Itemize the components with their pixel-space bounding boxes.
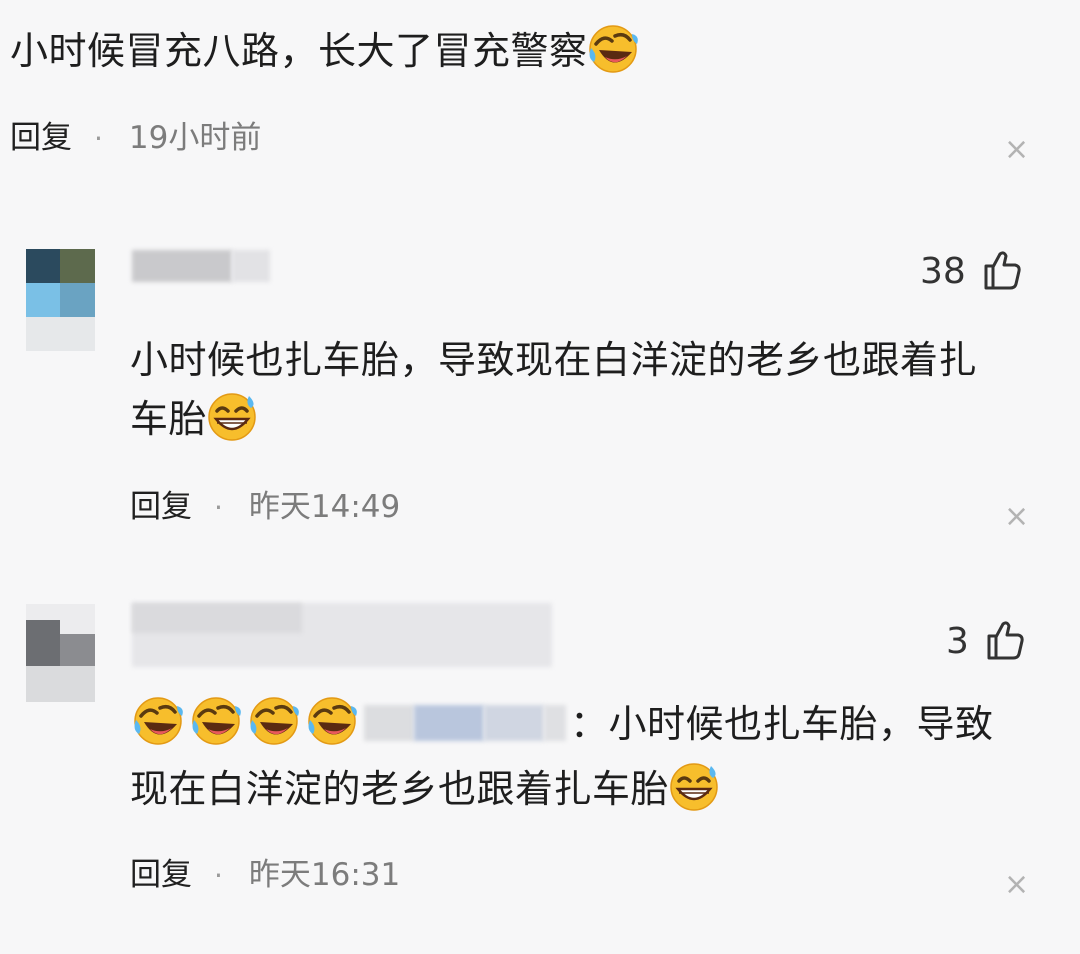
comment-meta: 回复 · 昨天16:31 (130, 857, 400, 894)
timestamp: 昨天16:31 (248, 857, 401, 893)
rofl-emoji-icon (190, 696, 243, 746)
close-icon[interactable]: × (1004, 135, 1029, 165)
meta-separator: · (214, 859, 223, 892)
thumbs-up-icon[interactable] (985, 620, 1025, 662)
comment-meta: 回复 · 19小时前 (10, 120, 261, 157)
like-control[interactable]: 3 (946, 620, 1025, 662)
rofl-emoji-icon (248, 696, 301, 746)
like-control[interactable]: 38 (920, 250, 1022, 292)
grin-sweat-emoji-icon (669, 762, 719, 812)
comment-text-line-1: 小时候也扎车胎，导致现在白洋淀的老乡也跟着扎 (130, 338, 978, 382)
grin-sweat-emoji-icon (207, 392, 257, 442)
meta-separator: · (94, 122, 103, 155)
timestamp: 19小时前 (128, 120, 262, 156)
comment-text: 小时候冒充八路，长大了冒充警察 (10, 24, 638, 75)
comment-text-line-2: 车胎 (130, 392, 257, 443)
close-icon[interactable]: × (1004, 870, 1029, 900)
close-icon[interactable]: × (1004, 502, 1029, 532)
like-count: 38 (920, 250, 966, 292)
reply-button[interactable]: 回复 (130, 857, 192, 893)
comment-text-line-1: ：小时候也扎车胎，导致 (570, 702, 994, 746)
like-count: 3 (946, 620, 969, 662)
comment-meta: 回复 · 昨天14:49 (130, 489, 400, 526)
rofl-emoji-icon (306, 696, 359, 746)
rofl-emoji-icon (132, 696, 185, 746)
rofl-emoji-icon (587, 24, 638, 74)
reply-button[interactable]: 回复 (10, 120, 72, 156)
meta-separator: · (214, 491, 223, 524)
reply-button[interactable]: 回复 (130, 489, 192, 525)
thumbs-up-icon[interactable] (982, 250, 1022, 292)
comment-text-line-2: 现在白洋淀的老乡也跟着扎车胎 (130, 762, 719, 813)
timestamp: 昨天14:49 (248, 489, 401, 525)
